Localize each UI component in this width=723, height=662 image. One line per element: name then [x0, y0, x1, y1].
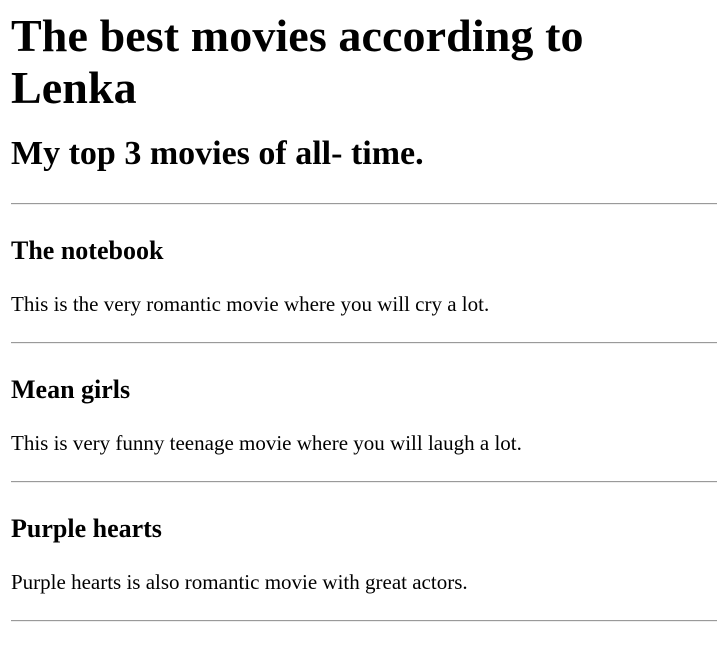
movie-entry-purple-hearts: Purple hearts Purple hearts is also roma…	[11, 483, 717, 620]
divider	[11, 620, 717, 622]
page-subtitle: My top 3 movies of all- time.	[11, 135, 424, 172]
movie-title: Mean girls	[11, 375, 131, 404]
movie-description: This is very funny teenage movie where y…	[11, 431, 522, 455]
movie-entry-mean-girls: Mean girls This is very funny teenage mo…	[11, 344, 717, 481]
page: The best movies according to Lenka My to…	[0, 0, 723, 622]
movie-title: The notebook	[11, 236, 164, 265]
movie-title: Purple hearts	[11, 514, 162, 543]
page-title: The best movies according to Lenka	[11, 10, 584, 113]
movie-entry-the-notebook: The notebook This is the very romantic m…	[11, 205, 717, 342]
movie-description: Purple hearts is also romantic movie wit…	[11, 570, 468, 594]
movie-description: This is the very romantic movie where yo…	[11, 292, 490, 316]
